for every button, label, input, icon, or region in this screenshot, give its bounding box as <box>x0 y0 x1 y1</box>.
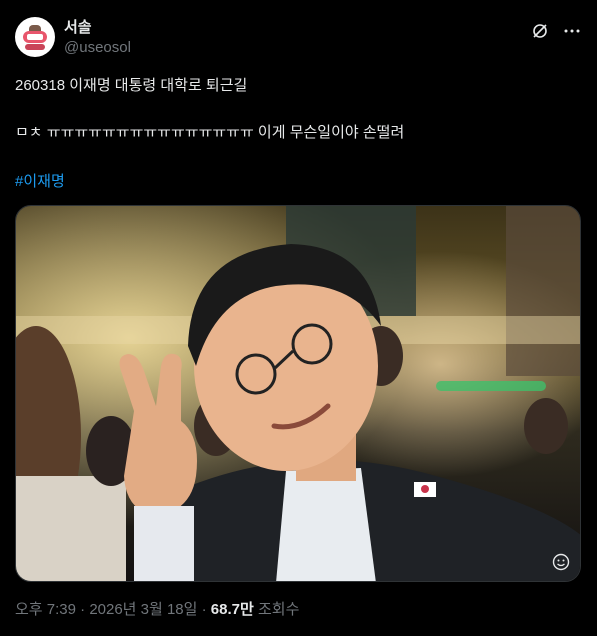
post-meta: 오후 7:39 · 2026년 3월 18일 · 68.7만 조회수 <box>15 600 299 620</box>
post-text-line1: 260318 이재명 대통령 대학로 퇴근길 <box>15 77 248 94</box>
post-photo[interactable] <box>15 205 581 582</box>
post-time[interactable]: 오후 7:39 <box>15 601 76 618</box>
handle[interactable]: @useosol <box>64 38 131 58</box>
more-icon[interactable] <box>563 22 581 40</box>
display-name[interactable]: 서솔 <box>64 18 131 38</box>
emoji-badge-icon <box>552 553 570 571</box>
avatar[interactable] <box>15 17 55 57</box>
hashtag-link[interactable]: #이재명 <box>15 172 65 192</box>
grok-icon[interactable] <box>531 22 549 40</box>
post-header: 서솔 @useosol <box>15 17 581 61</box>
meta-separator: · <box>201 601 207 618</box>
author-info: 서솔 @useosol <box>64 18 131 58</box>
post: 서솔 @useosol 260318 이재명 대통령 대학로 퇴근길 ㅁㅊ ㅠㅠ… <box>0 0 597 636</box>
header-actions <box>531 19 581 43</box>
post-text-line2: ㅁㅊ ㅠㅠㅠㅠㅠㅠㅠㅠㅠㅠㅠㅠㅠㅠㅠ 이게 무슨일이야 손떨려 <box>15 124 405 141</box>
views-count: 68.7만 <box>210 601 254 618</box>
meta-separator: · <box>80 601 86 618</box>
post-date[interactable]: 2026년 3월 18일 <box>89 601 197 618</box>
views-label: 조회수 <box>257 601 300 618</box>
